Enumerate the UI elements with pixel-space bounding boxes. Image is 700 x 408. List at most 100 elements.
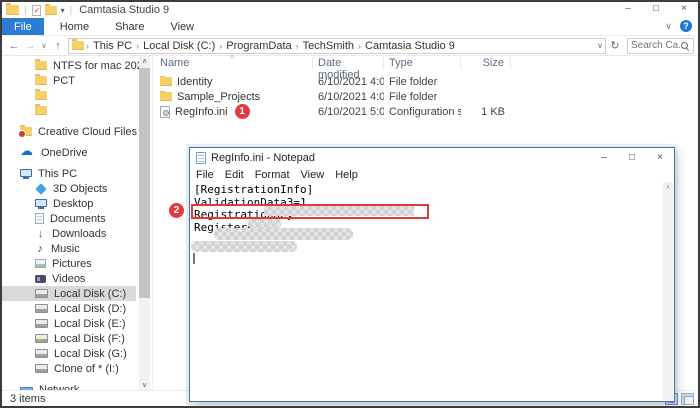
breadcrumb-segment-local-disk-c[interactable]: Local Disk (C:)	[143, 40, 215, 52]
file-name-cell: RegInfo.ini1	[155, 104, 313, 119]
history-dropdown-icon[interactable]: ∨	[38, 41, 50, 50]
sidebar-item-3d-objects[interactable]: 3D Objects	[2, 181, 136, 196]
help-icon[interactable]: ?	[680, 20, 692, 32]
tab-share[interactable]: Share	[105, 18, 154, 35]
tab-view[interactable]: View	[160, 18, 204, 35]
sidebar-item-clone-of-i[interactable]: Clone of * (I:)	[2, 361, 136, 376]
file-row-reginfo-ini[interactable]: RegInfo.ini16/10/2021 5:09 PMConfigurati…	[155, 104, 698, 119]
sidebar-item-item[interactable]	[2, 88, 136, 103]
close-icon[interactable]: ×	[646, 148, 674, 168]
column-header-type[interactable]: Type	[384, 57, 461, 69]
separator: |	[24, 5, 27, 16]
notepad-window-controls: – □ ×	[590, 148, 674, 168]
file-rows: Identity6/10/2021 4:06 PMFile folderSamp…	[155, 74, 698, 119]
sidebar-item-local-disk-d[interactable]: Local Disk (D:)	[2, 301, 136, 316]
close-icon[interactable]: ×	[676, 3, 692, 14]
sidebar-item-onedrive[interactable]: OneDrive	[2, 145, 136, 160]
file-type-cell: File folder	[384, 76, 461, 88]
sidebar-item-label: Local Disk (E:)	[54, 318, 126, 330]
address-box[interactable]: ›This PC›Local Disk (C:)›ProgramData›Tec…	[68, 38, 606, 54]
file-date-cell: 6/10/2021 5:09 PM	[313, 106, 384, 118]
sidebar-item-desktop[interactable]: Desktop	[2, 196, 136, 211]
sidebar-item-label: This PC	[38, 168, 77, 180]
doc-icon	[35, 213, 44, 224]
sidebar-item-label: Clone of * (I:)	[54, 363, 119, 375]
sidebar-item-label: Downloads	[52, 228, 106, 240]
address-dropdown-icon[interactable]: ∨	[597, 41, 603, 50]
sidebar-item-ntfs-for-mac-2021[interactable]: NTFS for mac 2021	[2, 58, 136, 73]
refresh-icon[interactable]: ↻	[606, 39, 624, 52]
breadcrumb-segment-programdata[interactable]: ProgramData	[226, 40, 291, 52]
sidebar-item-item[interactable]	[2, 103, 136, 118]
file-size-cell: 1 KB	[461, 106, 511, 118]
window-title: Camtasia Studio 9	[79, 4, 169, 16]
redacted-block	[264, 206, 414, 216]
tab-file[interactable]: File	[2, 18, 44, 35]
sidebar-item-pictures[interactable]: Pictures	[2, 256, 136, 271]
scrollbar-thumb[interactable]	[139, 68, 150, 298]
sidebar-item-music[interactable]: Music	[2, 241, 136, 256]
qat-customize-icon[interactable]: ▾	[61, 6, 65, 15]
breadcrumb-segment-this-pc[interactable]: This PC	[93, 40, 132, 52]
column-header-date-modified[interactable]: Date modified	[313, 57, 384, 69]
sidebar-item-network[interactable]: Network	[2, 382, 136, 390]
sidebar-item-local-disk-c[interactable]: Local Disk (C:)	[2, 286, 136, 301]
back-icon[interactable]: ←	[6, 40, 22, 52]
sidebar-item-this-pc[interactable]: This PC	[2, 166, 136, 181]
maximize-icon[interactable]: □	[648, 3, 664, 14]
sidebar-item-creative-cloud-files[interactable]: Creative Cloud Files	[2, 124, 136, 139]
scroll-up-icon[interactable]: ∧	[663, 183, 673, 191]
search-box[interactable]	[627, 38, 694, 54]
file-name-label: Identity	[177, 76, 212, 88]
sidebar-item-label: Local Disk (G:)	[54, 348, 127, 360]
new-folder-icon[interactable]	[45, 6, 57, 15]
forward-icon[interactable]: →	[22, 40, 38, 52]
drive-icon	[35, 364, 48, 373]
sidebar-item-pct[interactable]: PCT	[2, 73, 136, 88]
notepad-menubar: File Edit Format View Help	[190, 168, 674, 182]
ini-icon	[160, 106, 170, 118]
file-row-sample-projects[interactable]: Sample_Projects6/10/2021 4:05 PMFile fol…	[155, 89, 698, 104]
menu-item-format[interactable]: Format	[255, 169, 290, 181]
sidebar-item-local-disk-g[interactable]: Local Disk (G:)	[2, 346, 136, 361]
cloud-icon	[20, 147, 35, 158]
column-label: Size	[483, 57, 504, 69]
cube-icon	[35, 183, 46, 194]
folder-icon	[35, 106, 47, 115]
sidebar-item-documents[interactable]: Documents	[2, 211, 136, 226]
scroll-down-icon[interactable]: ∨	[139, 381, 150, 389]
scroll-up-icon[interactable]: ∧	[139, 57, 150, 65]
file-date-cell: 6/10/2021 4:05 PM	[313, 91, 384, 103]
sidebar-item-local-disk-f[interactable]: Local Disk (F:)	[2, 331, 136, 346]
breadcrumb-separator-icon: ›	[356, 41, 363, 51]
notepad-scrollbar[interactable]: ∧	[663, 182, 673, 400]
properties-icon[interactable]	[32, 5, 41, 16]
maximize-icon[interactable]: □	[618, 148, 646, 168]
column-header-size[interactable]: Size	[461, 57, 511, 69]
annotation-badge-1: 1	[235, 104, 250, 119]
sidebar-item-downloads[interactable]: Downloads	[2, 226, 136, 241]
sidebar-scrollbar[interactable]: ∧ ∨	[139, 56, 150, 390]
breadcrumb-segment-techsmith[interactable]: TechSmith	[303, 40, 354, 52]
sidebar-item-videos[interactable]: Videos	[2, 271, 136, 286]
tab-home[interactable]: Home	[50, 18, 99, 35]
menu-item-file[interactable]: File	[196, 169, 214, 181]
minimize-icon[interactable]: –	[590, 148, 618, 168]
ribbon-collapse-icon[interactable]: ∨	[665, 21, 672, 32]
minimize-icon[interactable]: –	[620, 3, 636, 14]
up-icon[interactable]: ↑	[50, 40, 66, 52]
column-header-name[interactable]: Name ^	[155, 57, 313, 69]
notepad-text-area[interactable]: [RegistrationInfo]ValidationData3=1Regis…	[191, 182, 662, 400]
sidebar-item-label: PCT	[53, 75, 75, 87]
search-input[interactable]	[631, 40, 680, 51]
sidebar-item-local-disk-e[interactable]: Local Disk (E:)	[2, 316, 136, 331]
redacted-block	[248, 219, 281, 228]
breadcrumb-segment-camtasia-studio-9[interactable]: Camtasia Studio 9	[365, 40, 455, 52]
file-row-identity[interactable]: Identity6/10/2021 4:06 PMFile folder	[155, 74, 698, 89]
menu-item-help[interactable]: Help	[335, 169, 358, 181]
explorer-window-controls: – □ ×	[620, 3, 692, 14]
thumbnail-view-icon[interactable]	[681, 393, 694, 405]
menu-item-view[interactable]: View	[301, 169, 325, 181]
column-label: Date modified	[318, 57, 360, 81]
menu-item-edit[interactable]: Edit	[225, 169, 244, 181]
